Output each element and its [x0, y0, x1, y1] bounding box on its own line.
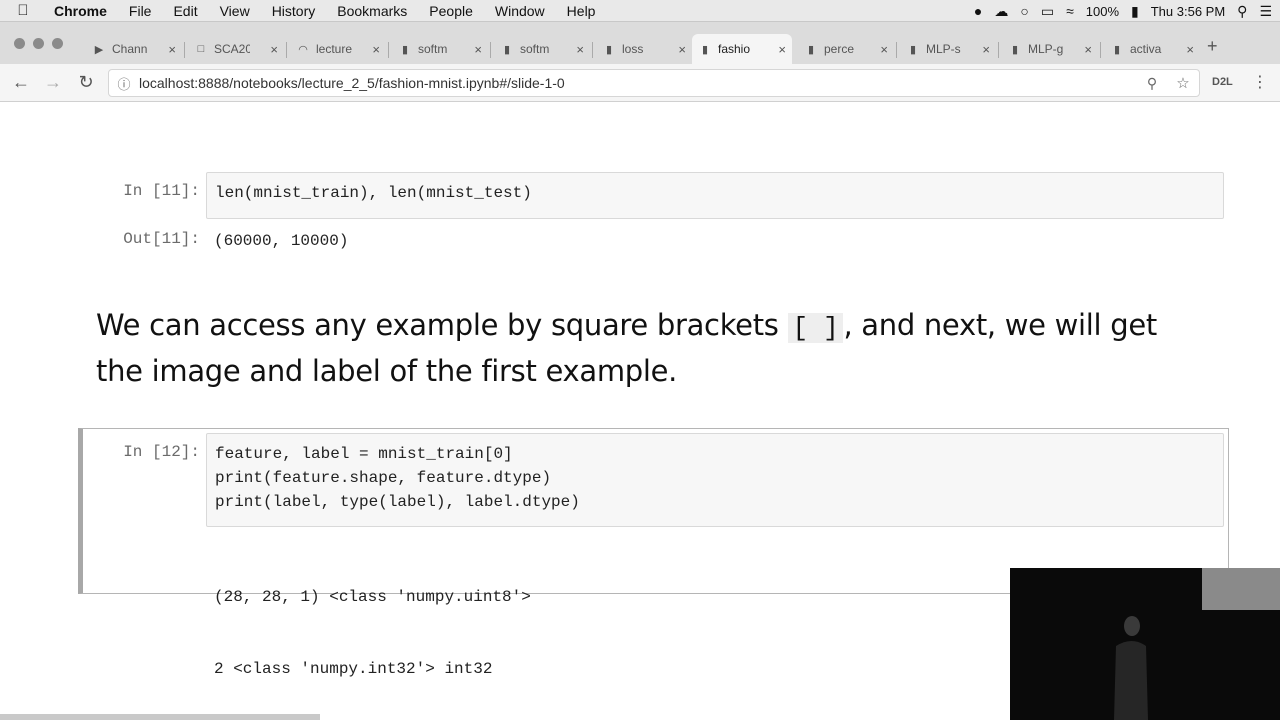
new-tab-icon[interactable]: + [1207, 36, 1218, 57]
tab-mlp-gluon[interactable]: ▮ MLP-g × [1002, 34, 1098, 64]
tab-mlp-scratch[interactable]: ▮ MLP-s × [900, 34, 996, 64]
cell-2-in-prompt: In [12]: [123, 443, 200, 461]
cell-2-output-line: 2 <class 'numpy.int32'> int32 [214, 660, 493, 678]
notebook-icon: ▮ [701, 43, 709, 56]
cloud-upload-icon[interactable]: ☁ [994, 3, 1008, 20]
tab-channel[interactable]: ▶ Chann × [86, 34, 182, 64]
airplay-icon[interactable]: ▭ [1041, 3, 1054, 20]
globe-icon[interactable]: ○ [1020, 3, 1028, 19]
menubar-clock[interactable]: Thu 3:56 PM [1151, 4, 1225, 19]
close-icon[interactable]: × [1084, 42, 1092, 57]
notebook-icon: ▮ [503, 43, 511, 56]
cell-1-code: len(mnist_train), len(mnist_test) [215, 184, 532, 202]
cell-2-code-line: print(label, type(label), label.dtype) [215, 493, 580, 511]
cell-1-in-prompt: In [11]: [123, 182, 200, 200]
battery-icon[interactable]: ▮ [1131, 3, 1139, 20]
webcam-background-wall [1202, 568, 1280, 610]
bookmark-star-icon[interactable]: ☆ [1167, 74, 1199, 92]
d2l-extension-icon[interactable]: D2L [1212, 76, 1233, 88]
tab-lecture[interactable]: ◠ lecture × [290, 34, 386, 64]
menu-view[interactable]: View [209, 3, 261, 19]
markdown-inline-code: [ ] [787, 313, 844, 343]
menu-window[interactable]: Window [484, 3, 556, 19]
download-bar-strip [0, 714, 320, 720]
more-menu-icon[interactable]: ⋮ [1252, 72, 1268, 92]
browser-toolbar: ← → ↻ ⓘ localhost:8888/notebooks/lecture… [0, 64, 1280, 102]
close-icon[interactable]: × [1186, 42, 1194, 57]
close-icon[interactable]: × [880, 42, 888, 57]
menu-edit[interactable]: Edit [162, 3, 208, 19]
menu-file[interactable]: File [118, 3, 163, 19]
notebook-icon: ▮ [1011, 43, 1019, 56]
menu-bookmarks[interactable]: Bookmarks [326, 3, 418, 19]
address-url[interactable]: localhost:8888/notebooks/lecture_2_5/fas… [139, 75, 1137, 91]
cell-2-input[interactable]: feature, label = mnist_train[0] print(fe… [206, 433, 1224, 527]
markdown-text-1: We can access any example by square brac… [96, 308, 788, 342]
tab-softmax-1[interactable]: ▮ softm × [392, 34, 488, 64]
close-icon[interactable]: × [474, 42, 482, 57]
presenter-silhouette [1114, 616, 1148, 720]
close-icon[interactable]: × [678, 42, 686, 57]
cell-2-code-line: print(feature.shape, feature.dtype) [215, 469, 552, 487]
battery-percent: 100% [1085, 3, 1120, 19]
notebook-icon: ▮ [909, 43, 917, 56]
notebook-icon: ▮ [401, 43, 409, 56]
wifi-icon[interactable]: ≈ [1066, 3, 1074, 19]
close-icon[interactable]: × [778, 42, 786, 57]
tab-activation[interactable]: ▮ activa × [1104, 34, 1200, 64]
tab-perceptron[interactable]: ▮ perce × [798, 34, 894, 64]
apple-icon[interactable]:  [0, 2, 46, 19]
tab-sca20[interactable]: □ SCA20 × [188, 34, 284, 64]
forward-arrow-icon[interactable]: → [42, 72, 64, 93]
notification-center-icon[interactable]: ☰ [1259, 3, 1272, 20]
minimize-window-button[interactable] [33, 38, 44, 49]
spotlight-search-icon[interactable]: ⚲ [1237, 3, 1247, 20]
menu-people[interactable]: People [418, 3, 484, 19]
tab-fashion-mnist[interactable]: ▮ fashio × [692, 34, 792, 64]
loading-icon: ◠ [298, 43, 308, 56]
close-icon[interactable]: × [270, 42, 278, 57]
tab-softmax-2[interactable]: ▮ softm × [494, 34, 590, 64]
menu-help[interactable]: Help [556, 3, 607, 19]
markdown-cell: We can access any example by square brac… [96, 304, 1196, 393]
notebook-icon: ▮ [605, 43, 613, 56]
tab-loss[interactable]: ▮ loss × [596, 34, 692, 64]
cell-2-output: (28, 28, 1) <class 'numpy.uint8'> 2 <cla… [214, 537, 531, 705]
tab-strip: ▶ Chann × □ SCA20 × ◠ lecture × ▮ softm … [0, 22, 1280, 64]
close-icon[interactable]: × [372, 42, 380, 57]
menu-history[interactable]: History [261, 3, 327, 19]
youtube-icon: ▶ [94, 43, 104, 56]
reload-icon[interactable]: ↻ [75, 72, 97, 93]
cell-1-output: (60000, 10000) [214, 232, 349, 250]
back-arrow-icon[interactable]: ← [10, 72, 32, 93]
close-window-button[interactable] [14, 38, 25, 49]
close-icon[interactable]: × [576, 42, 584, 57]
fullscreen-window-button[interactable] [52, 38, 63, 49]
cell-1-out-prompt: Out[11]: [123, 230, 200, 248]
notebook-icon: ▮ [1113, 43, 1121, 56]
info-icon[interactable]: ⓘ [109, 74, 139, 93]
webcam-video-overlay [1010, 568, 1280, 720]
document-icon: □ [197, 43, 205, 55]
macos-menubar:  Chrome File Edit View History Bookmark… [0, 0, 1280, 22]
close-icon[interactable]: × [982, 42, 990, 57]
cell-2-output-line: (28, 28, 1) <class 'numpy.uint8'> [214, 588, 531, 606]
cell-1-input[interactable]: len(mnist_train), len(mnist_test) [206, 172, 1224, 219]
address-bar[interactable]: ⓘ localhost:8888/notebooks/lecture_2_5/f… [108, 69, 1200, 97]
status-area: ● ☁ ○ ▭ ≈ 100% ▮ Thu 3:56 PM ⚲ ☰ [974, 0, 1272, 22]
creative-cloud-icon[interactable]: ● [974, 3, 982, 19]
close-icon[interactable]: × [168, 42, 176, 57]
zoom-icon[interactable]: ⚲ [1137, 75, 1167, 92]
window-controls [14, 38, 63, 49]
menu-app-chrome[interactable]: Chrome [46, 3, 118, 19]
notebook-icon: ▮ [807, 43, 815, 56]
cell-2-code-line: feature, label = mnist_train[0] [215, 445, 513, 463]
